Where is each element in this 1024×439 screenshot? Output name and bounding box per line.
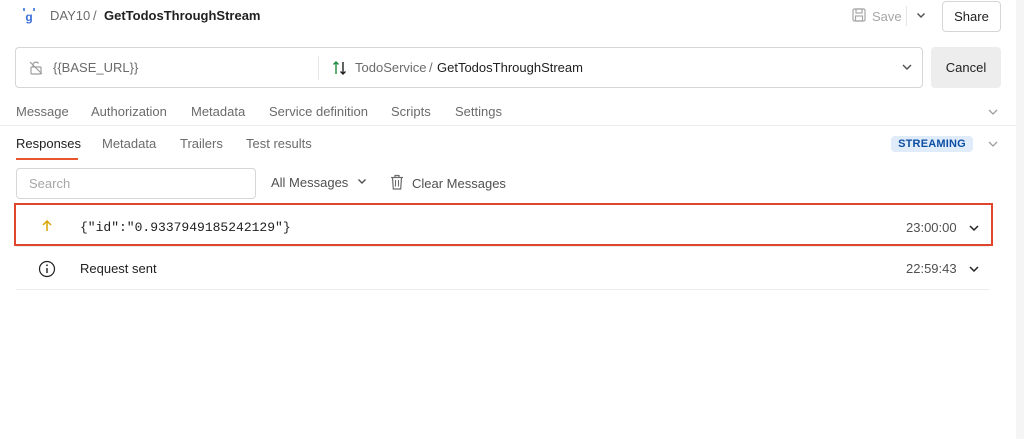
tab-scripts[interactable]: Scripts [391,104,431,119]
divider [906,6,907,26]
info-icon [38,260,56,278]
search-input[interactable] [16,168,256,199]
request-tabs: Message Authorization Metadata Service d… [0,98,1024,126]
tab-authorization[interactable]: Authorization [91,104,167,119]
request-header: g DAY10 / GetTodosThroughStream Save Sha… [0,0,1024,34]
tab-test-results[interactable]: Test results [246,136,312,151]
clear-messages-button[interactable]: Clear Messages [390,174,506,193]
cancel-button[interactable]: Cancel [931,47,1001,88]
method-service-name[interactable]: TodoService [355,60,427,75]
response-tabs: Responses Metadata Trailers Test results [0,128,1024,160]
grpc-icon: g [22,7,36,25]
scrollbar-track[interactable] [1016,0,1024,439]
breadcrumb-separator: / [93,8,97,23]
save-options-button[interactable] [908,4,934,28]
svg-text:g: g [25,10,32,24]
tab-response-metadata[interactable]: Metadata [102,136,156,151]
save-icon [852,7,866,25]
message-timestamp: 22:59:43 [906,261,957,276]
active-tab-indicator [16,158,78,160]
trash-icon [390,174,404,193]
tab-message[interactable]: Message [16,104,69,119]
tab-metadata[interactable]: Metadata [191,104,245,119]
save-label: Save [872,8,902,24]
divider [318,56,319,80]
server-url-input[interactable]: {{BASE_URL}} [53,60,138,75]
tab-responses[interactable]: Responses [16,136,81,151]
tab-trailers[interactable]: Trailers [180,136,223,151]
message-row[interactable]: Request sent 22:59:43 [16,248,989,290]
chevron-down-icon [915,9,927,24]
breadcrumb-collection[interactable]: DAY10 [50,8,90,23]
expand-chevron-icon[interactable] [967,262,981,276]
message-content: Request sent [80,261,157,276]
save-button[interactable]: Save [852,4,904,28]
method-name[interactable]: GetTodosThroughStream [437,60,583,75]
collapse-response-chevron-icon[interactable] [986,137,1000,154]
tab-settings[interactable]: Settings [455,104,502,119]
collapse-request-chevron-icon[interactable] [986,105,1000,122]
tab-service-definition[interactable]: Service definition [269,104,368,119]
method-select-chevron-icon[interactable] [900,60,914,74]
lock-off-icon[interactable] [28,60,44,76]
clear-messages-label: Clear Messages [412,176,506,191]
server-streaming-icon [332,59,348,77]
annotation-highlight-box [14,203,993,246]
chevron-down-icon [356,175,368,190]
method-separator: / [429,60,433,75]
filter-selected-label: All Messages [271,175,349,190]
request-title[interactable]: GetTodosThroughStream [104,8,260,23]
share-button[interactable]: Share [942,1,1001,32]
message-filter-select[interactable]: All Messages [271,175,368,190]
url-bar: {{BASE_URL}} TodoService / GetTodosThrou… [15,47,923,88]
status-badge: STREAMING [891,136,973,152]
